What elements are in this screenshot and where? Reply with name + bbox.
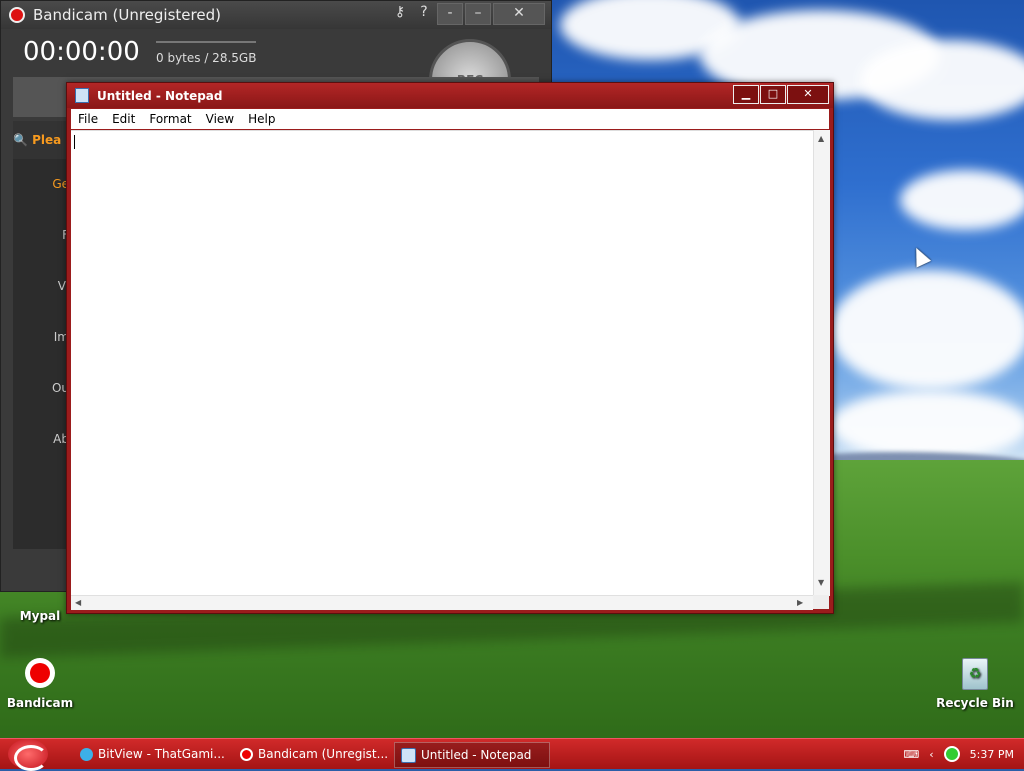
record-icon — [240, 747, 253, 761]
task-label: Bandicam (Unregist... — [258, 747, 389, 761]
task-notepad[interactable]: Untitled - Notepad — [394, 742, 550, 768]
notepad-icon — [75, 88, 89, 103]
notepad-title: Untitled - Notepad — [97, 88, 223, 103]
menu-bar: File Edit Format View Help — [71, 109, 829, 129]
task-bitview[interactable]: BitView - ThatGami... — [74, 742, 230, 766]
search-placeholder: Plea — [32, 133, 62, 147]
sidebar-item-fps[interactable]: F — [13, 210, 73, 261]
cloud — [860, 40, 1024, 120]
sidebar-item-video[interactable]: Vi — [13, 261, 73, 312]
scroll-up-icon[interactable]: ▲ — [818, 134, 824, 143]
maximize-button[interactable]: □ — [760, 85, 786, 104]
sidebar-item-general[interactable]: Ge — [13, 159, 73, 210]
key-icon[interactable]: ⚷ — [389, 3, 411, 23]
sidebar-item-output[interactable]: Ou — [13, 363, 73, 414]
icon-label: Recycle Bin — [936, 696, 1014, 710]
text-caret — [74, 135, 75, 149]
chevron-left-icon[interactable]: ‹ — [929, 748, 933, 761]
close-button[interactable]: ✕ — [787, 85, 829, 104]
search-field[interactable]: 🔍 Plea — [13, 121, 73, 159]
clock[interactable]: 5:37 PM — [970, 748, 1014, 761]
taskbar: BitView - ThatGami... Bandicam (Unregist… — [0, 738, 1024, 771]
menu-edit[interactable]: Edit — [105, 112, 142, 126]
keyboard-icon[interactable]: ⌨ — [903, 748, 919, 761]
settings-sidebar: Ge F Vi Im Ou Ab — [13, 159, 73, 549]
minimize-button[interactable]: – — [465, 3, 491, 25]
minimize-button[interactable]: ▁ — [733, 85, 759, 104]
vertical-scrollbar[interactable]: ▲ ▼ — [813, 130, 830, 596]
task-label: Untitled - Notepad — [421, 748, 532, 762]
storage-bar — [156, 41, 256, 43]
cloud — [830, 270, 1024, 390]
record-icon — [9, 7, 25, 23]
horizontal-scrollbar[interactable]: ◀ ▶ — [71, 595, 813, 610]
recording-timer: 00:00:00 — [23, 37, 140, 67]
menu-view[interactable]: View — [199, 112, 241, 126]
desktop-icon-bandicam[interactable]: Bandicam — [0, 658, 80, 710]
resize-grip[interactable] — [813, 595, 829, 609]
network-icon[interactable] — [943, 746, 960, 762]
menu-format[interactable]: Format — [142, 112, 198, 126]
bandicam-window-controls: ⚷ ? - – ✕ — [389, 3, 545, 25]
desktop-icon-recycle-bin[interactable]: ♻ Recycle Bin — [935, 658, 1015, 710]
cloud — [830, 390, 1024, 460]
bandicam-icon — [23, 658, 57, 692]
start-logo-icon — [14, 745, 48, 771]
bandicam-title: Bandicam (Unregistered) — [33, 6, 221, 24]
minimize-to-tray-button[interactable]: - — [437, 3, 463, 25]
start-button[interactable] — [8, 739, 48, 771]
text-editor-area[interactable] — [71, 130, 813, 597]
menu-file[interactable]: File — [71, 112, 105, 126]
scroll-right-icon[interactable]: ▶ — [797, 598, 803, 607]
shortcut-icon — [23, 585, 57, 605]
help-icon[interactable]: ? — [413, 3, 435, 23]
globe-icon — [80, 747, 93, 761]
cloud — [900, 170, 1024, 230]
icon-label: Bandicam — [6, 696, 74, 710]
system-tray: ⌨ ‹ 5:37 PM — [884, 739, 1024, 769]
file-size: 0 bytes / 28.5GB — [156, 51, 257, 65]
close-button[interactable]: ✕ — [493, 3, 545, 25]
notepad-window[interactable]: Untitled - Notepad ▁ □ ✕ File Edit Forma… — [66, 82, 834, 614]
notepad-window-controls: ▁ □ ✕ — [732, 85, 829, 104]
task-label: BitView - ThatGami... — [98, 747, 225, 761]
sidebar-item-image[interactable]: Im — [13, 312, 73, 363]
scroll-down-icon[interactable]: ▼ — [818, 578, 824, 587]
notepad-icon — [401, 747, 416, 763]
task-bandicam[interactable]: Bandicam (Unregist... — [234, 742, 390, 766]
scroll-left-icon[interactable]: ◀ — [75, 598, 81, 607]
recycle-bin-icon: ♻ — [958, 658, 992, 692]
menu-help[interactable]: Help — [241, 112, 282, 126]
sidebar-item-about[interactable]: Ab — [13, 414, 73, 465]
icon-label: Mypal — [19, 609, 61, 623]
notepad-titlebar[interactable]: Untitled - Notepad — [67, 83, 833, 108]
